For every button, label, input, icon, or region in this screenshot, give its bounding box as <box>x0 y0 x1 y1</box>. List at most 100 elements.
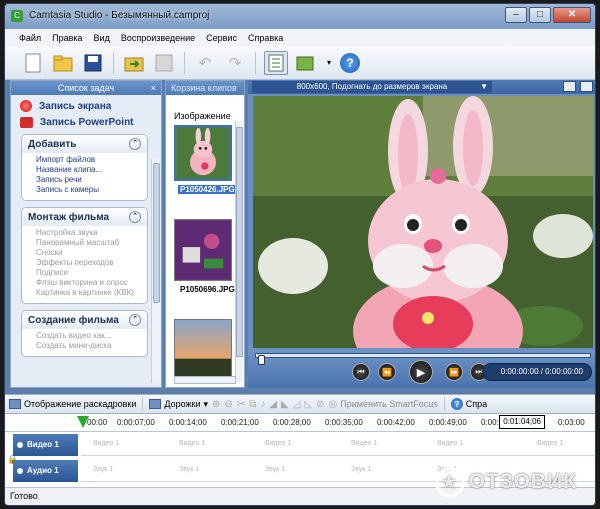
produce-dropdown-icon[interactable]: ▾ <box>324 51 334 75</box>
task-pane-header: Список задач × <box>11 81 161 95</box>
task-link[interactable]: Импорт файлов <box>36 155 141 165</box>
task-link: Создать мини-диска <box>36 341 112 350</box>
camtasia-app-icon: C <box>11 10 23 22</box>
minimize-button[interactable]: – <box>505 7 527 23</box>
cut-icon: ✂ <box>236 398 246 410</box>
record-powerpoint-link[interactable]: Запись PowerPoint <box>11 112 161 128</box>
open-folder-icon[interactable] <box>51 51 75 75</box>
main-toolbar: ↶ ↷ ▾ ? <box>5 46 595 80</box>
toolbar-separator <box>443 397 445 411</box>
task-link: Эффекты переходов <box>36 258 114 267</box>
edit-section-title: Монтаж фильма <box>28 211 110 223</box>
timeline-ruler[interactable]: 00:00 0:00:07;00 0:00:14;00 0:00:21;00 0… <box>5 414 595 432</box>
play-icon[interactable]: ▶ <box>409 360 433 384</box>
produce-icon[interactable] <box>294 51 318 75</box>
clip-label[interactable]: P1050426.JPG <box>178 185 237 194</box>
skip-to-start-icon[interactable]: ⏮ <box>352 363 370 381</box>
help-icon[interactable]: ? <box>340 52 360 73</box>
clip-bin-category: Изображение <box>174 111 231 121</box>
ruler-tick: 00:00 <box>87 418 108 427</box>
task-pane-scrollbar[interactable] <box>151 159 160 383</box>
task-link: Картинка в картинке (КВК) <box>36 288 134 297</box>
clip-label[interactable]: P1050696.JPG <box>180 285 235 294</box>
clip-thumbnail-purple[interactable] <box>174 219 232 281</box>
ruler-tick: 0:00:28;00 <box>273 418 311 427</box>
ruler-tick: 0:03:00 <box>558 418 585 427</box>
smartfocus-button: ◎ Применить SmartFocus <box>329 399 438 410</box>
fast-forward-icon[interactable]: ⏩ <box>445 363 463 381</box>
add-section-header[interactable]: Добавить ⌃ <box>22 135 147 153</box>
task-link[interactable]: Запись речи <box>36 175 141 185</box>
undo-icon: ↶ <box>198 54 212 72</box>
task-link: Подписи <box>36 268 68 277</box>
lane-watermark: Видео 1 <box>351 440 378 447</box>
tracks-label: Дорожки <box>164 399 201 409</box>
storyboard-label: Отображение раскадровки <box>24 399 137 409</box>
scrollbar-thumb[interactable] <box>236 127 243 357</box>
video-track-lane[interactable]: Видео 1 Видео 1 Видео 1 Видео 1 Видео 1 … <box>81 434 595 456</box>
lane-watermark: Звук 1 <box>179 466 200 473</box>
seek-thumb[interactable] <box>258 355 265 365</box>
clip-bin-scrollbar[interactable] <box>235 121 243 383</box>
track-bullet-icon <box>17 442 23 448</box>
storyboard-button[interactable]: Отображение раскадровки <box>9 399 136 409</box>
preview-video-frame <box>253 96 593 348</box>
detach-preview-icon[interactable] <box>580 81 593 92</box>
save-icon[interactable] <box>81 51 105 75</box>
menu-view[interactable]: Вид <box>94 33 110 43</box>
close-button[interactable]: ✕ <box>553 7 591 23</box>
task-link[interactable]: Запись с камеры <box>36 185 141 195</box>
menu-help[interactable]: Справка <box>248 33 283 43</box>
produce-section-header[interactable]: Создание фильма ⌃ <box>22 311 147 329</box>
menu-file[interactable]: Файл <box>19 33 41 43</box>
video-track-header[interactable]: Видео 1 <box>13 434 78 456</box>
record-screen-link[interactable]: Запись экрана <box>11 95 161 112</box>
timeline-help-label: Спра <box>465 399 488 409</box>
seek-bar[interactable] <box>255 353 591 365</box>
lane-watermark: Звук 1 <box>351 466 372 473</box>
task-link: Флэш викторина и опрос <box>36 278 128 287</box>
task-pane-close-icon[interactable]: × <box>151 81 156 95</box>
ruler-tick: 0:00:21;00 <box>221 418 259 427</box>
dropdown-arrow-icon: ▾ <box>203 398 209 409</box>
timeline-help-button[interactable]: ? Спра <box>450 398 488 410</box>
produce-section: Создание фильма ⌃ Создать видео как... С… <box>21 310 148 357</box>
preview-size-select[interactable]: 800x600, Подогнать до размеров экрана ▼ <box>252 81 492 93</box>
scrollbar-thumb[interactable] <box>153 163 160 303</box>
produce-section-title: Создание фильма <box>28 314 119 326</box>
task-pane: Список задач × Запись экрана Запись Powe… <box>10 80 162 388</box>
lane-watermark: Звук 1 <box>93 466 114 473</box>
rewind-icon[interactable]: ⏪ <box>378 363 396 381</box>
collapse-icon[interactable]: ⌃ <box>129 138 141 150</box>
task-list-icon[interactable] <box>264 50 288 75</box>
preview-pane: 800x600, Подогнать до размеров экрана ▼ <box>248 80 595 388</box>
tracks-button[interactable]: Дорожки ▾ <box>149 399 208 410</box>
audio-track-header[interactable]: Аудио 1 <box>13 460 78 482</box>
collapse-icon[interactable]: ⌃ <box>129 314 141 326</box>
menu-tools[interactable]: Сервис <box>206 33 237 43</box>
clip-bin-hscrollbar[interactable] <box>174 376 236 384</box>
toolbar-separator <box>184 51 185 74</box>
toolbar-separator <box>113 51 114 74</box>
tracks-icon <box>149 399 162 409</box>
task-link[interactable]: Название клипа... <box>36 165 141 175</box>
lane-watermark: Видео 1 <box>265 440 292 447</box>
toolbar-separator <box>255 51 256 74</box>
watermark-text: ОТЗОВИК <box>468 470 577 493</box>
clip-thumbnail-bunny[interactable] <box>174 125 232 181</box>
edit-section-header[interactable]: Монтаж фильма ⌃ <box>22 208 147 226</box>
ruler-tick: 0:00:14;00 <box>169 418 207 427</box>
new-file-icon[interactable] <box>21 51 45 75</box>
fade-in-icon: ◿ <box>292 398 301 410</box>
menu-playback[interactable]: Воспроизведение <box>121 33 195 43</box>
task-pane-title: Список задач <box>57 83 115 93</box>
maximize-button[interactable]: □ <box>529 7 551 23</box>
ruler-tick: 0:00:49;00 <box>429 418 467 427</box>
fit-preview-icon[interactable] <box>563 81 576 92</box>
clip-thumbnail-sunset[interactable] <box>174 319 232 377</box>
menu-edit[interactable]: Правка <box>52 33 82 43</box>
zoom-in-icon: ⊕ <box>212 398 221 410</box>
collapse-icon[interactable]: ⌃ <box>129 211 141 223</box>
task-link: Панорамный масштаб <box>36 238 120 247</box>
import-icon[interactable] <box>122 51 146 75</box>
